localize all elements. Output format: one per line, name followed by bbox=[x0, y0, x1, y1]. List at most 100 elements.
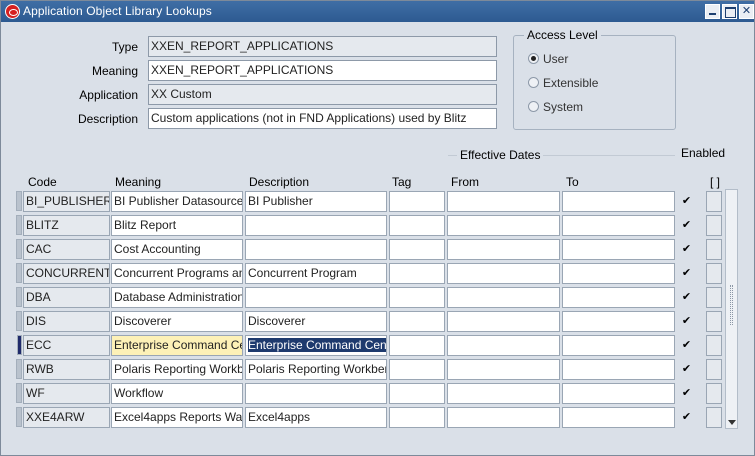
cell-from[interactable] bbox=[447, 263, 560, 284]
vertical-scrollbar[interactable] bbox=[725, 189, 738, 429]
cell-tag[interactable] bbox=[389, 239, 445, 260]
application-field[interactable]: XX Custom bbox=[148, 84, 497, 105]
cell-tag[interactable] bbox=[389, 191, 445, 212]
cell-code[interactable]: DIS bbox=[23, 311, 110, 332]
cell-to[interactable] bbox=[562, 359, 675, 380]
descriptive-flexfield-cell[interactable] bbox=[706, 191, 722, 212]
cell-tag[interactable] bbox=[389, 287, 445, 308]
enabled-checkbox[interactable] bbox=[680, 219, 693, 232]
radio-icon[interactable] bbox=[528, 101, 539, 112]
cell-tag[interactable] bbox=[389, 311, 445, 332]
cell-meaning[interactable]: Polaris Reporting Workbench bbox=[111, 359, 243, 380]
cell-meaning[interactable]: BI Publisher Datasource bbox=[111, 191, 243, 212]
type-field[interactable]: XXEN_REPORT_APPLICATIONS bbox=[148, 36, 497, 57]
cell-from[interactable] bbox=[447, 239, 560, 260]
minimize-button[interactable] bbox=[705, 4, 720, 19]
cell-code[interactable]: XXE4ARW bbox=[23, 407, 110, 428]
cell-description[interactable]: Discoverer bbox=[245, 311, 387, 332]
cell-to[interactable] bbox=[562, 239, 675, 260]
cell-code[interactable]: DBA bbox=[23, 287, 110, 308]
enabled-checkbox[interactable] bbox=[680, 411, 693, 424]
cell-description[interactable]: Polaris Reporting Workbench bbox=[245, 359, 387, 380]
cell-code[interactable]: RWB bbox=[23, 359, 110, 380]
cell-meaning[interactable]: Blitz Report bbox=[111, 215, 243, 236]
enabled-checkbox[interactable] bbox=[680, 291, 693, 304]
cell-description[interactable] bbox=[245, 383, 387, 404]
cell-description[interactable] bbox=[245, 215, 387, 236]
row-indicator[interactable] bbox=[17, 335, 22, 355]
row-indicator[interactable] bbox=[16, 287, 22, 307]
maximize-button[interactable] bbox=[722, 4, 737, 19]
descriptive-flexfield-cell[interactable] bbox=[706, 263, 722, 284]
cell-tag[interactable] bbox=[389, 215, 445, 236]
descriptive-flexfield-cell[interactable] bbox=[706, 239, 722, 260]
cell-to[interactable] bbox=[562, 383, 675, 404]
cell-from[interactable] bbox=[447, 407, 560, 428]
description-field[interactable]: Custom applications (not in FND Applicat… bbox=[148, 108, 497, 129]
cell-tag[interactable] bbox=[389, 359, 445, 380]
cell-tag[interactable] bbox=[389, 263, 445, 284]
cell-to[interactable] bbox=[562, 263, 675, 284]
cell-tag[interactable] bbox=[389, 407, 445, 428]
cell-code[interactable]: BI_PUBLISHER bbox=[23, 191, 110, 212]
row-indicator[interactable] bbox=[16, 215, 22, 235]
enabled-checkbox[interactable] bbox=[680, 387, 693, 400]
cell-tag[interactable] bbox=[389, 383, 445, 404]
scroll-grip-icon[interactable] bbox=[730, 285, 733, 325]
access-level-system-option[interactable]: System bbox=[528, 100, 583, 114]
cell-meaning[interactable]: Cost Accounting bbox=[111, 239, 243, 260]
cell-from[interactable] bbox=[447, 215, 560, 236]
row-indicator[interactable] bbox=[16, 239, 22, 259]
cell-from[interactable] bbox=[447, 287, 560, 308]
cell-from[interactable] bbox=[447, 335, 560, 356]
descriptive-flexfield-cell[interactable] bbox=[706, 335, 722, 356]
enabled-checkbox[interactable] bbox=[680, 195, 693, 208]
row-indicator[interactable] bbox=[16, 311, 22, 331]
enabled-checkbox[interactable] bbox=[680, 363, 693, 376]
cell-to[interactable] bbox=[562, 311, 675, 332]
enabled-checkbox[interactable] bbox=[680, 315, 693, 328]
row-indicator[interactable] bbox=[16, 383, 22, 403]
access-level-extensible-option[interactable]: Extensible bbox=[528, 76, 598, 90]
scroll-down-arrow-icon[interactable] bbox=[728, 420, 736, 425]
cell-code[interactable]: ECC bbox=[23, 335, 110, 356]
enabled-checkbox[interactable] bbox=[680, 339, 693, 352]
cell-meaning[interactable]: Workflow bbox=[111, 383, 243, 404]
cell-description[interactable]: BI Publisher bbox=[245, 191, 387, 212]
cell-code[interactable]: WF bbox=[23, 383, 110, 404]
row-indicator[interactable] bbox=[16, 359, 22, 379]
cell-description[interactable]: Concurrent Program bbox=[245, 263, 387, 284]
cell-code[interactable]: CAC bbox=[23, 239, 110, 260]
cell-description[interactable] bbox=[245, 287, 387, 308]
cell-tag[interactable] bbox=[389, 335, 445, 356]
cell-meaning[interactable]: Enterprise Command Center bbox=[111, 335, 243, 356]
descriptive-flexfield-cell[interactable] bbox=[706, 407, 722, 428]
cell-meaning[interactable]: Excel4apps Reports Wand bbox=[111, 407, 243, 428]
cell-description[interactable]: Excel4apps bbox=[245, 407, 387, 428]
cell-from[interactable] bbox=[447, 311, 560, 332]
row-indicator[interactable] bbox=[16, 263, 22, 283]
close-button[interactable]: ✕ bbox=[739, 4, 754, 19]
descriptive-flexfield-cell[interactable] bbox=[706, 311, 722, 332]
cell-to[interactable] bbox=[562, 191, 675, 212]
cell-to[interactable] bbox=[562, 407, 675, 428]
row-indicator[interactable] bbox=[16, 407, 22, 427]
descriptive-flexfield-cell[interactable] bbox=[706, 359, 722, 380]
access-level-user-option[interactable]: User bbox=[528, 52, 568, 66]
enabled-checkbox[interactable] bbox=[680, 267, 693, 280]
cell-code[interactable]: CONCURRENT bbox=[23, 263, 110, 284]
cell-to[interactable] bbox=[562, 215, 675, 236]
cell-description[interactable]: Enterprise Command Center bbox=[245, 335, 387, 356]
cell-description[interactable] bbox=[245, 239, 387, 260]
cell-from[interactable] bbox=[447, 359, 560, 380]
descriptive-flexfield-cell[interactable] bbox=[706, 383, 722, 404]
descriptive-flexfield-cell[interactable] bbox=[706, 215, 722, 236]
meaning-field[interactable]: XXEN_REPORT_APPLICATIONS bbox=[148, 60, 497, 81]
cell-from[interactable] bbox=[447, 383, 560, 404]
radio-icon[interactable] bbox=[528, 77, 539, 88]
cell-code[interactable]: BLITZ bbox=[23, 215, 110, 236]
cell-meaning[interactable]: Database Administration bbox=[111, 287, 243, 308]
cell-to[interactable] bbox=[562, 287, 675, 308]
title-bar[interactable]: Application Object Library Lookups ✕ bbox=[1, 1, 754, 22]
descriptive-flexfield-cell[interactable] bbox=[706, 287, 722, 308]
